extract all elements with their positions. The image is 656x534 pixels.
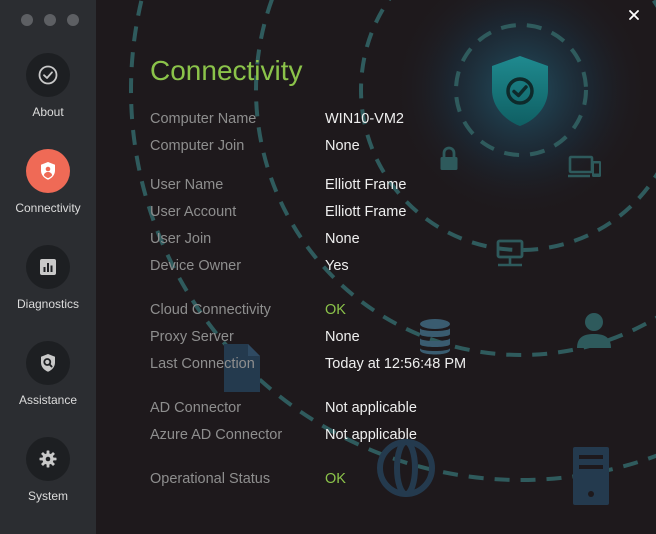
window-control-dot[interactable]	[44, 14, 56, 26]
bar-chart-icon	[40, 259, 56, 275]
server-icon	[573, 447, 609, 505]
field-label: Azure AD Connector	[150, 427, 283, 443]
field-value: None	[325, 231, 360, 247]
sidebar-item-label: Connectivity	[15, 201, 81, 215]
field-label: Device Owner	[150, 258, 242, 274]
sidebar-item-label: System	[27, 489, 68, 503]
sidebar-item-assistance[interactable]: Assistance	[0, 341, 96, 407]
window-controls	[21, 14, 79, 26]
field-value: WIN10-VM2	[325, 111, 404, 127]
sidebar-item-label: Assistance	[18, 393, 78, 407]
nav-icon-circle	[26, 149, 70, 193]
close-icon	[629, 10, 639, 20]
sidebar-item-about[interactable]: About	[0, 53, 96, 119]
field-label: Computer Join	[150, 138, 245, 154]
status-ok: OK	[325, 302, 346, 318]
shield-search-icon	[41, 354, 55, 372]
page-title: Connectivity	[150, 55, 303, 86]
app-window: About Connectivity Diagnostics Assistanc…	[0, 0, 656, 534]
nav-icon-circle	[26, 245, 70, 289]
field-label: Cloud Connectivity	[150, 302, 271, 318]
globe-icon	[377, 439, 435, 497]
nav-icon-circle	[26, 437, 70, 481]
lock-icon	[440, 146, 458, 170]
field-value: Not applicable	[325, 400, 417, 416]
sidebar-item-system[interactable]: System	[0, 437, 96, 503]
window-control-dot[interactable]	[21, 14, 33, 26]
field-label: Computer Name	[150, 111, 257, 127]
field-value: Elliott Frame	[325, 177, 407, 193]
devices-icon	[568, 155, 601, 178]
user-icon	[577, 313, 611, 348]
field-label: Operational Status	[150, 471, 271, 487]
field-label: User Account	[150, 204, 237, 220]
field-value: None	[325, 138, 360, 154]
database-icon	[420, 319, 450, 355]
sidebar-item-connectivity[interactable]: Connectivity	[0, 149, 96, 215]
gear-icon	[39, 450, 57, 468]
network-monitor-icon	[496, 239, 524, 267]
field-value: Yes	[325, 258, 349, 274]
close-button[interactable]	[626, 7, 642, 23]
field-label: User Name	[150, 177, 224, 193]
field-label: Proxy Server	[150, 329, 234, 345]
field-label: AD Connector	[150, 400, 242, 416]
field-value: Today at 12:56:48 PM	[325, 356, 467, 372]
sidebar: About Connectivity Diagnostics Assistanc…	[0, 0, 96, 534]
sidebar-item-label: Diagnostics	[16, 297, 80, 311]
field-label: User Join	[150, 231, 212, 247]
field-value: Not applicable	[325, 427, 417, 443]
sidebar-item-label: About	[32, 105, 64, 119]
shield-check-icon	[492, 56, 548, 126]
check-circle-icon	[38, 65, 58, 85]
window-control-dot[interactable]	[67, 14, 79, 26]
sidebar-item-diagnostics[interactable]: Diagnostics	[0, 245, 96, 311]
nav-icon-circle	[26, 53, 70, 97]
field-value: None	[325, 329, 360, 345]
field-value: Elliott Frame	[325, 204, 407, 220]
main-panel: Connectivity Computer Name WIN10-VM2 Com…	[96, 0, 656, 534]
nav-icon-circle	[26, 341, 70, 385]
status-ok: OK	[325, 471, 346, 487]
shield-user-icon	[41, 162, 55, 180]
field-label: Last Connection	[150, 356, 255, 372]
